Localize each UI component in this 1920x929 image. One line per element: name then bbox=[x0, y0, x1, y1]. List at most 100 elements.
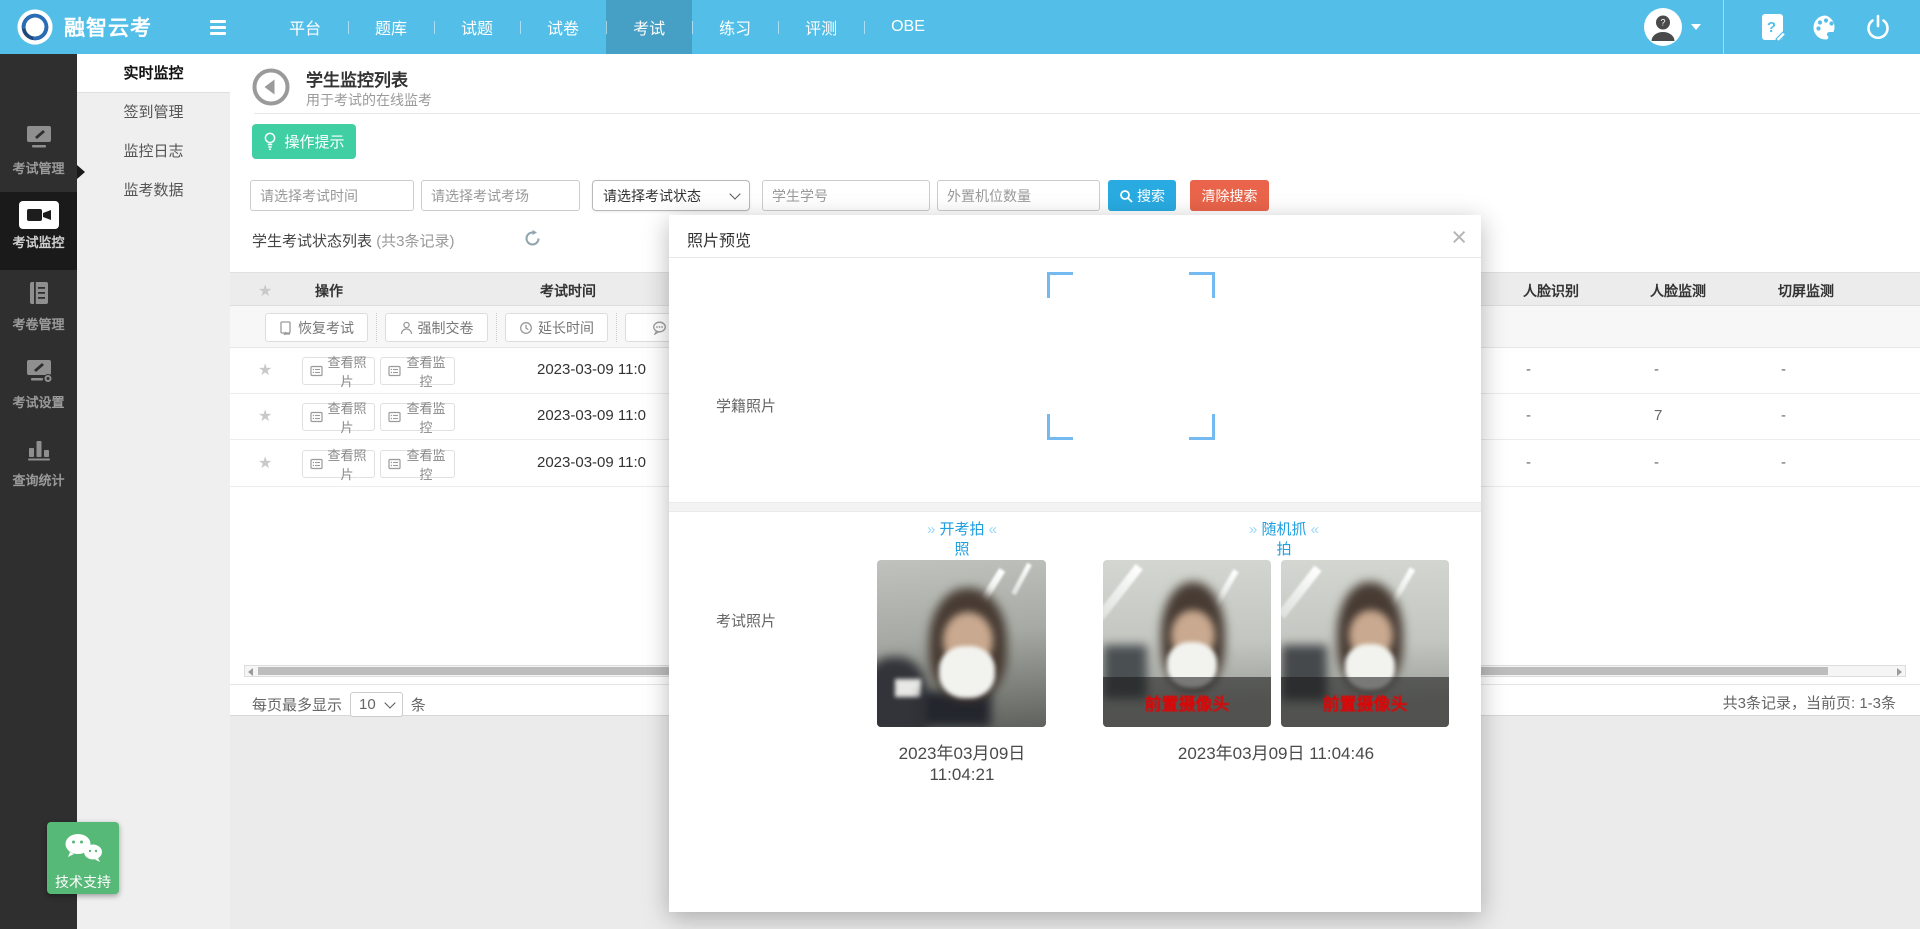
navbar-right: ? ? bbox=[1644, 0, 1920, 54]
column-face-id: 人脸识别 bbox=[1523, 281, 1579, 301]
guillemet-right-icon: » bbox=[1249, 521, 1257, 538]
force-submit-button[interactable]: 强制交卷 bbox=[385, 313, 488, 342]
back-button[interactable] bbox=[252, 68, 290, 106]
corner-bracket-icon bbox=[1047, 272, 1073, 298]
tech-support-button[interactable]: 技术支持 bbox=[47, 822, 119, 894]
start-capture-label: 开考拍 bbox=[939, 521, 984, 538]
guillemet-right-icon: » bbox=[927, 521, 935, 538]
guillemet-left-icon: « bbox=[989, 521, 997, 538]
subsidebar-item-proctor-data[interactable]: 监考数据 bbox=[77, 171, 230, 210]
view-photo-button[interactable]: 查看照片 bbox=[302, 403, 375, 431]
refresh-icon[interactable] bbox=[524, 230, 541, 247]
exam-room-input[interactable] bbox=[421, 180, 580, 211]
nav-item-evaluation[interactable]: 评测 bbox=[778, 0, 864, 54]
student-id-input[interactable] bbox=[762, 180, 930, 211]
random-capture-label-wrap: 拍 bbox=[1224, 540, 1344, 560]
exam-status-select[interactable]: 请选择考试状态 bbox=[592, 180, 750, 211]
random-capture-timestamp: 2023年03月09日 11:04:46 bbox=[1126, 743, 1426, 764]
face-monitor-cell: 7 bbox=[1654, 407, 1662, 424]
chevron-down-icon bbox=[729, 188, 740, 199]
card-list-icon bbox=[388, 458, 401, 470]
operation-tips-button[interactable]: 操作提示 bbox=[252, 124, 356, 159]
close-icon[interactable]: × bbox=[1451, 219, 1467, 255]
star-icon[interactable]: ★ bbox=[258, 453, 272, 473]
main-menu: 平台 题库 试题 试卷 考试 练习 评测 OBE bbox=[262, 0, 952, 54]
per-page-control: 每页最多显示 10 条 bbox=[252, 692, 426, 717]
pagination-summary: 共3条记录，当前页: 1-3条 bbox=[1723, 692, 1896, 713]
extend-time-label: 延长时间 bbox=[538, 318, 594, 338]
star-icon[interactable]: ★ bbox=[258, 406, 272, 426]
card-list-icon bbox=[310, 365, 323, 377]
exam-time-input[interactable] bbox=[250, 180, 414, 211]
resume-exam-label: 恢复考试 bbox=[298, 318, 354, 338]
guillemet-left-icon: « bbox=[1311, 521, 1319, 538]
help-feedback-icon[interactable]: ? bbox=[1761, 12, 1786, 42]
sidebar-item-query-statistics[interactable]: 查询统计 bbox=[0, 426, 77, 504]
logout-power-icon[interactable] bbox=[1865, 14, 1891, 40]
student-photo-placeholder bbox=[1047, 272, 1215, 440]
card-list-icon bbox=[388, 411, 401, 423]
column-action: 操作 bbox=[315, 281, 343, 301]
column-screen-monitor: 切屏监测 bbox=[1778, 281, 1834, 301]
front-camera-overlay-text: 前置摄像头 bbox=[1145, 690, 1230, 715]
random-capture-photo-2[interactable]: 前置摄像头 bbox=[1281, 560, 1449, 727]
sidebar-item-label: 考试设置 bbox=[0, 392, 77, 411]
user-menu[interactable]: ? bbox=[1644, 8, 1701, 46]
svg-text:?: ? bbox=[1767, 19, 1776, 36]
nav-item-practice[interactable]: 练习 bbox=[692, 0, 778, 54]
subsidebar-item-monitoring-log[interactable]: 监控日志 bbox=[77, 132, 230, 171]
sidebar-item-exam-monitoring[interactable]: 考试监控 bbox=[0, 192, 77, 270]
search-button[interactable]: 搜索 bbox=[1108, 180, 1176, 211]
search-icon bbox=[1119, 189, 1133, 203]
primary-sidebar: 考试管理 考试监控 考卷管理 bbox=[0, 54, 77, 929]
random-capture-photo-1[interactable]: 前置摄像头 bbox=[1103, 560, 1271, 727]
face-id-cell: - bbox=[1526, 361, 1531, 378]
nav-item-papers[interactable]: 试卷 bbox=[520, 0, 606, 54]
clock-icon bbox=[519, 321, 533, 335]
sidebar-item-paper-management[interactable]: 考卷管理 bbox=[0, 270, 77, 348]
screen-monitor-cell: - bbox=[1781, 361, 1786, 378]
chevron-down-icon bbox=[1691, 24, 1701, 30]
search-label: 搜索 bbox=[1137, 186, 1165, 206]
nav-item-platform[interactable]: 平台 bbox=[262, 0, 348, 54]
per-page-suffix: 条 bbox=[411, 694, 426, 715]
camera-icon bbox=[19, 201, 59, 229]
menu-collapse-icon[interactable] bbox=[210, 20, 226, 35]
star-icon[interactable]: ★ bbox=[258, 360, 272, 380]
sidebar-item-exam-settings[interactable]: 考试设置 bbox=[0, 348, 77, 426]
per-page-value: 10 bbox=[359, 696, 376, 713]
view-monitor-button[interactable]: 查看监控 bbox=[380, 357, 455, 385]
bar-chart-icon bbox=[25, 436, 53, 462]
nav-item-question-bank[interactable]: 题库 bbox=[348, 0, 434, 54]
extend-time-button[interactable]: 延长时间 bbox=[505, 313, 608, 342]
view-photo-button[interactable]: 查看照片 bbox=[302, 357, 375, 385]
theme-palette-icon[interactable] bbox=[1812, 14, 1839, 41]
external-camera-count-input[interactable] bbox=[937, 180, 1100, 211]
operation-tips-label: 操作提示 bbox=[284, 131, 344, 152]
nav-item-questions[interactable]: 试题 bbox=[434, 0, 520, 54]
view-photo-button[interactable]: 查看照片 bbox=[302, 450, 375, 478]
nav-item-obe[interactable]: OBE bbox=[864, 0, 952, 54]
school-photo-label: 学籍照片 bbox=[716, 395, 776, 416]
view-monitor-button[interactable]: 查看监控 bbox=[380, 403, 455, 431]
sidebar-item-exam-management[interactable]: 考试管理 bbox=[0, 114, 77, 192]
exam-time-cell: 2023-03-09 11:0 bbox=[537, 454, 646, 471]
resume-exam-button[interactable]: 恢复考试 bbox=[265, 313, 368, 342]
star-icon[interactable]: ★ bbox=[258, 281, 272, 301]
subsidebar-item-checkin-management[interactable]: 签到管理 bbox=[77, 93, 230, 132]
per-page-select[interactable]: 10 bbox=[350, 692, 403, 717]
brand-logo[interactable]: 融智云考 bbox=[0, 8, 152, 46]
chevron-down-icon bbox=[384, 697, 395, 708]
monitor-gear-icon bbox=[24, 358, 54, 384]
clear-search-button[interactable]: 清除搜索 bbox=[1190, 180, 1269, 211]
card-list-icon bbox=[388, 365, 401, 377]
sidebar-item-label: 考卷管理 bbox=[0, 314, 77, 333]
person-icon bbox=[400, 321, 413, 335]
subsidebar-item-realtime-monitoring[interactable]: 实时监控 bbox=[77, 54, 230, 93]
view-monitor-label: 查看监控 bbox=[405, 398, 447, 436]
view-monitor-button[interactable]: 查看监控 bbox=[380, 450, 455, 478]
nav-item-exam[interactable]: 考试 bbox=[606, 0, 692, 54]
scroll-left-arrow[interactable] bbox=[248, 668, 253, 676]
exam-start-photo[interactable] bbox=[877, 560, 1046, 727]
scroll-right-arrow[interactable] bbox=[1897, 668, 1902, 676]
